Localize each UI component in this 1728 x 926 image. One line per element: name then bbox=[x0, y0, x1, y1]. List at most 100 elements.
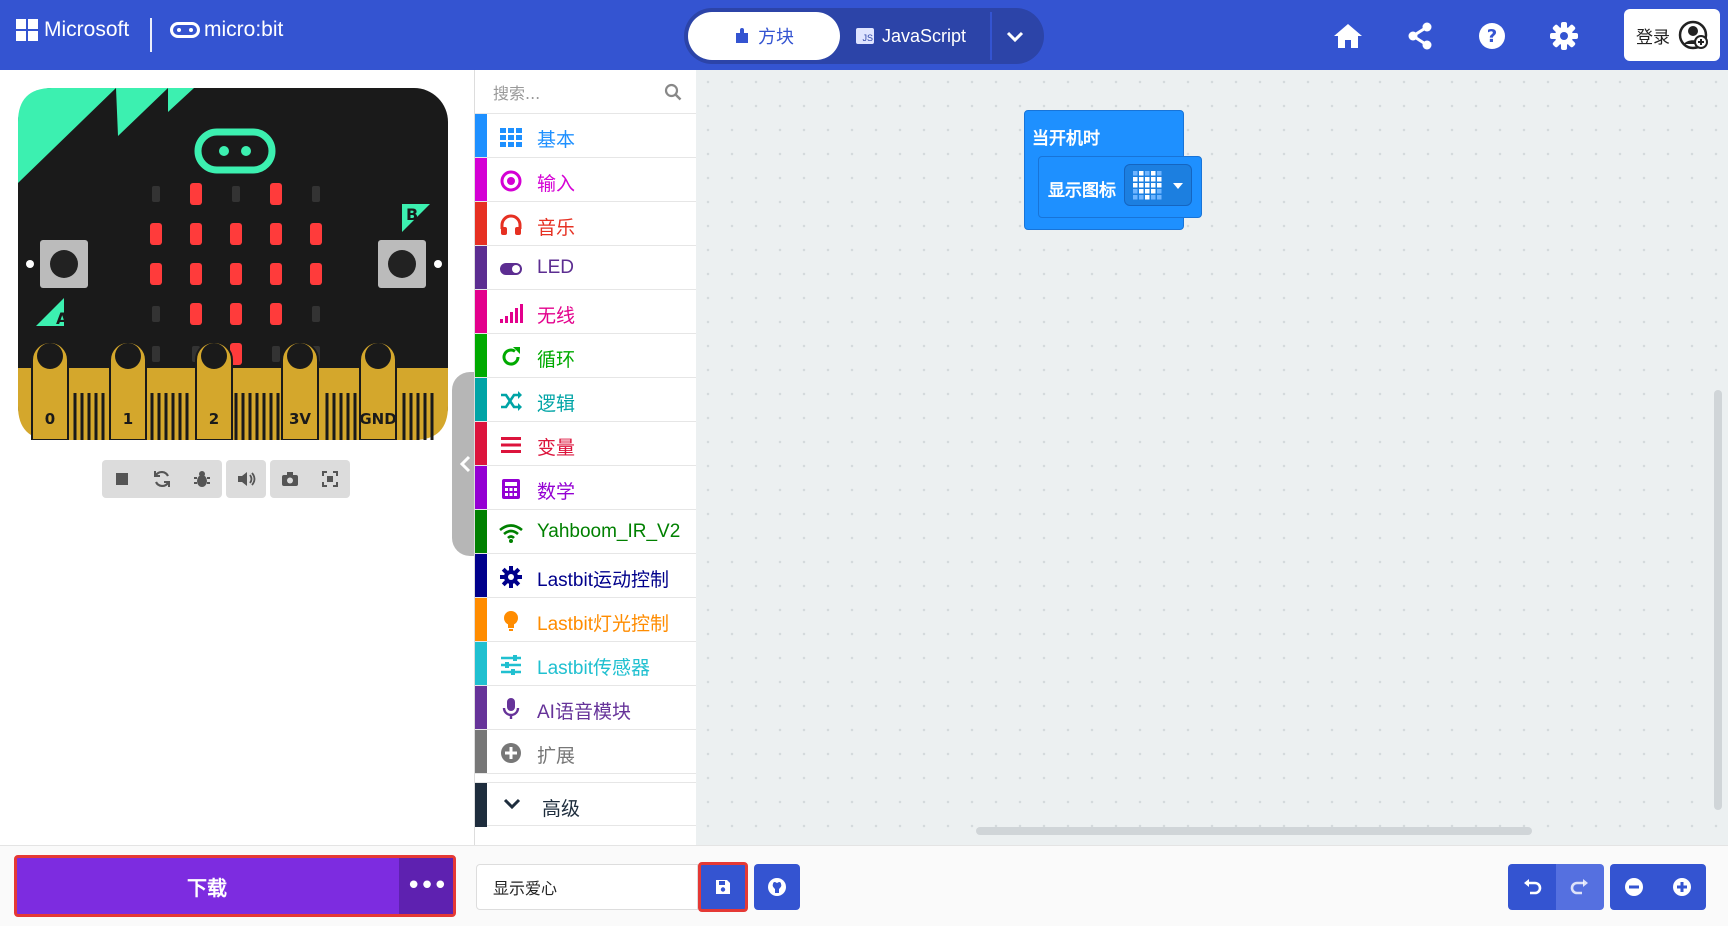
toolbox-category[interactable]: Lastbit运动控制 bbox=[475, 554, 696, 598]
category-color-bar bbox=[475, 598, 487, 641]
category-label: 音乐 bbox=[537, 218, 576, 239]
pin-1[interactable]: 1 bbox=[109, 341, 147, 440]
tab-javascript-label: JavaScript bbox=[882, 25, 967, 46]
toolbox-category[interactable]: 扩展 bbox=[475, 730, 696, 774]
zoom-in-button[interactable] bbox=[1658, 864, 1706, 910]
loop-arrow-icon bbox=[499, 345, 523, 369]
category-color-bar bbox=[475, 202, 487, 245]
stop-icon[interactable] bbox=[102, 460, 142, 498]
microsoft-squares-icon bbox=[16, 19, 38, 41]
github-button[interactable] bbox=[754, 864, 800, 910]
icon-dropdown[interactable] bbox=[1124, 164, 1192, 206]
settings-gear-icon[interactable] bbox=[1548, 20, 1580, 52]
microbit-board[interactable]: A B 0 1 2 3V GND bbox=[18, 88, 448, 440]
calculator-icon bbox=[499, 477, 523, 501]
pin-label: 3V bbox=[289, 410, 311, 428]
more-options-button[interactable]: ••• bbox=[399, 858, 453, 914]
search-icon[interactable] bbox=[664, 83, 682, 101]
pin-0[interactable]: 0 bbox=[31, 341, 69, 440]
toolbox-search-input[interactable]: 搜索... bbox=[475, 70, 696, 114]
lightbulb-icon bbox=[499, 609, 523, 633]
category-label: 输入 bbox=[537, 174, 576, 195]
toolbox-category[interactable]: 音乐 bbox=[475, 202, 696, 246]
pin-label: 0 bbox=[45, 410, 55, 428]
save-icon bbox=[716, 880, 730, 894]
pin-gnd[interactable]: GND bbox=[359, 341, 397, 440]
user-icon bbox=[1678, 20, 1708, 50]
tab-javascript[interactable]: JS JavaScript bbox=[856, 12, 966, 60]
editor-mode-switch: 方块 JS JavaScript bbox=[684, 8, 1044, 64]
horizontal-scrollbar[interactable] bbox=[976, 827, 1532, 835]
undo-button[interactable] bbox=[1508, 864, 1556, 910]
zoom-in-icon bbox=[1673, 878, 1691, 896]
login-label: 登录 bbox=[1636, 27, 1670, 48]
microsoft-logo[interactable]: Microsoft bbox=[16, 18, 129, 42]
language-dropdown-chevron-icon[interactable] bbox=[1006, 24, 1024, 48]
list-lines-icon bbox=[499, 433, 523, 457]
category-color-bar bbox=[475, 158, 487, 201]
help-icon[interactable]: ? bbox=[1476, 20, 1508, 52]
advanced-label: 高级 bbox=[542, 798, 581, 820]
project-name-input[interactable] bbox=[476, 864, 698, 910]
category-label: Lastbit传感器 bbox=[537, 658, 650, 679]
pin-2[interactable]: 2 bbox=[195, 341, 233, 440]
toggle-icon bbox=[499, 257, 523, 281]
heart-icon bbox=[1133, 171, 1183, 200]
toolbox-category[interactable]: 无线 bbox=[475, 290, 696, 334]
chevron-down-icon bbox=[503, 798, 521, 810]
category-color-bar bbox=[475, 642, 487, 685]
microbit-logo[interactable]: micro:bit bbox=[170, 18, 283, 42]
redo-button[interactable] bbox=[1556, 864, 1604, 910]
plus-circle-icon bbox=[499, 741, 523, 765]
pin-label: GND bbox=[359, 410, 396, 428]
toolbox-category[interactable]: 循环 bbox=[475, 334, 696, 378]
share-icon[interactable] bbox=[1404, 20, 1436, 52]
category-color-bar bbox=[475, 334, 487, 377]
zoom-out-icon bbox=[1625, 878, 1643, 896]
screenshot-icon[interactable] bbox=[270, 460, 310, 498]
category-label: LED bbox=[537, 257, 574, 278]
toolbox-category[interactable]: 逻辑 bbox=[475, 378, 696, 422]
search-placeholder: 搜索... bbox=[493, 83, 541, 103]
vertical-scrollbar[interactable] bbox=[1714, 390, 1722, 810]
pin-label: 1 bbox=[123, 410, 133, 428]
toolbox-category[interactable]: Yahboom_IR_V2 bbox=[475, 510, 696, 554]
advanced-category[interactable]: 高级 bbox=[475, 782, 697, 827]
category-color-bar bbox=[475, 554, 487, 597]
headphones-icon bbox=[499, 213, 523, 237]
svg-text:B: B bbox=[406, 205, 418, 224]
javascript-icon: JS bbox=[856, 28, 874, 44]
toolbox-category[interactable]: Lastbit灯光控制 bbox=[475, 598, 696, 642]
github-icon bbox=[768, 878, 786, 896]
brand-divider bbox=[150, 18, 152, 52]
category-color-bar bbox=[475, 730, 487, 773]
zoom-out-button[interactable] bbox=[1610, 864, 1658, 910]
toolbox-category[interactable]: AI语音模块 bbox=[475, 686, 696, 730]
blocks-workspace[interactable]: 当开机时 显示图标 bbox=[696, 70, 1728, 845]
category-color-bar bbox=[475, 378, 487, 421]
svg-text:A: A bbox=[56, 309, 69, 328]
fullscreen-icon[interactable] bbox=[310, 460, 350, 498]
mute-icon[interactable] bbox=[226, 460, 266, 498]
sim-control-group bbox=[102, 460, 222, 498]
tab-blocks[interactable]: 方块 bbox=[688, 12, 840, 60]
category-color-bar bbox=[475, 114, 487, 157]
restart-icon[interactable] bbox=[142, 460, 182, 498]
category-label: Lastbit运动控制 bbox=[537, 570, 669, 591]
save-button[interactable] bbox=[698, 862, 748, 912]
category-label: 数学 bbox=[537, 482, 576, 503]
toolbox-category[interactable]: LED bbox=[475, 246, 696, 290]
chevron-left-icon bbox=[459, 455, 471, 473]
login-button[interactable]: 登录 bbox=[1624, 9, 1720, 61]
toolbox-category[interactable]: 数学 bbox=[475, 466, 696, 510]
debug-icon[interactable] bbox=[182, 460, 222, 498]
category-list: 基本输入音乐 LED 无线 循环 逻辑变量数学 Yahboom_IR_V2 Lastbit运… bbox=[475, 114, 696, 774]
pin-3v[interactable]: 3V bbox=[281, 341, 319, 440]
toolbox-category[interactable]: Lastbit传感器 bbox=[475, 642, 696, 686]
toolbox-category[interactable]: 变量 bbox=[475, 422, 696, 466]
download-button[interactable]: 下载 ••• bbox=[14, 855, 456, 917]
toolbox-category[interactable]: 输入 bbox=[475, 158, 696, 202]
toolbox-category[interactable]: 基本 bbox=[475, 114, 696, 158]
category-label: 变量 bbox=[537, 438, 576, 459]
home-icon[interactable] bbox=[1332, 20, 1364, 52]
